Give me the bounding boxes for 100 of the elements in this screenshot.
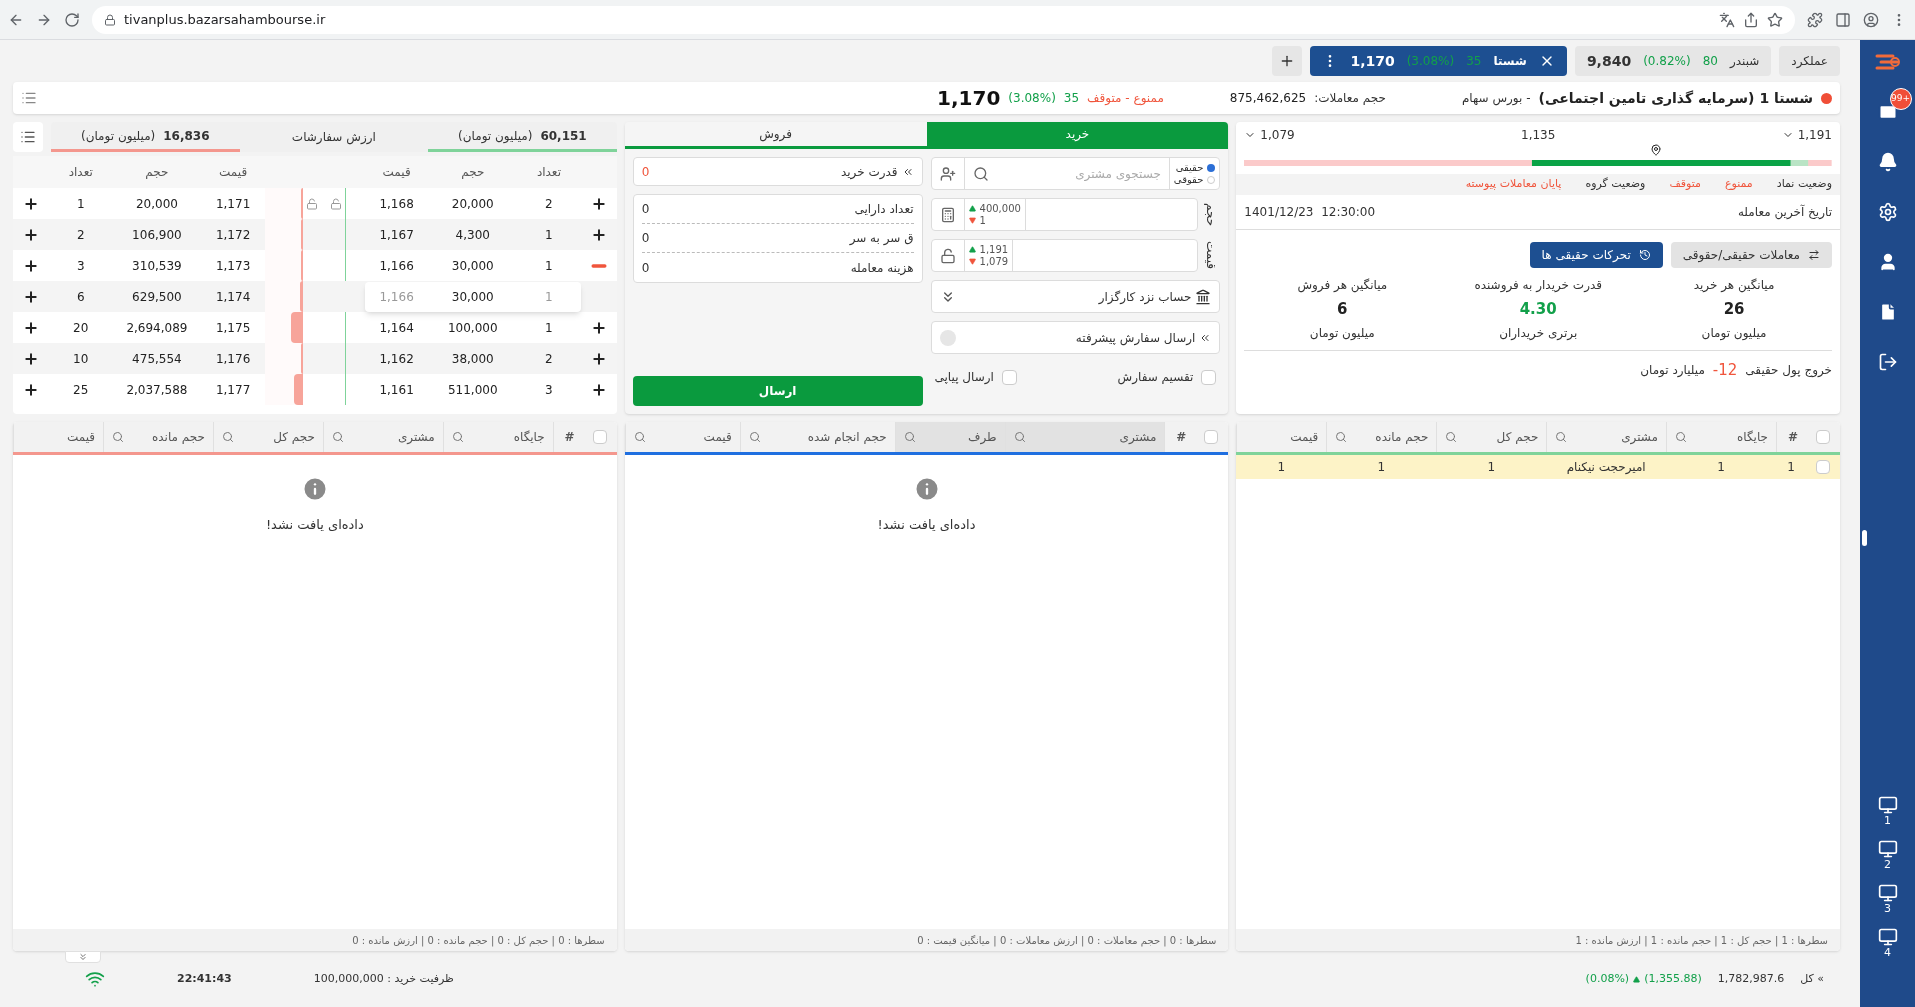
sell-count: 25 (72, 381, 90, 399)
column-header: قیمت (381, 164, 412, 181)
status-text: پایان معاملات پیوسته (1465, 176, 1562, 192)
calculator-icon[interactable] (939, 206, 956, 223)
submit-button[interactable]: ارسال (632, 376, 923, 406)
volume-value: 875,462,625 (1229, 90, 1307, 107)
buy-volume: 38,000 (450, 350, 495, 368)
add-order-icon[interactable] (23, 319, 39, 336)
symbol-title: شستا 1 (سرمایه گذاری تامین اجتماعی) (1538, 88, 1813, 109)
notifications-icon[interactable] (1877, 152, 1898, 172)
stat-label: قدرت خریدار به فروشنده (1474, 276, 1602, 294)
search-icon[interactable] (1335, 431, 1348, 443)
unlock-icon[interactable] (939, 247, 956, 264)
sell-count: 10 (72, 350, 90, 368)
monitor-icon (1877, 927, 1898, 947)
search-icon[interactable] (222, 431, 234, 443)
add-order-icon[interactable] (590, 350, 607, 367)
profile-icon[interactable] (1863, 11, 1879, 28)
customer-search-box[interactable]: حقیقی حقوقی جستجوی مشتری (930, 157, 1221, 190)
buying-power-label: قدرت خرید (840, 163, 898, 181)
add-order-icon[interactable] (23, 257, 39, 274)
add-order-icon[interactable] (23, 350, 39, 367)
add-order-icon[interactable] (23, 195, 39, 212)
list-icon[interactable] (21, 90, 37, 106)
column-header: حجم (144, 164, 170, 181)
select-all-checkbox[interactable] (592, 430, 607, 444)
buy-count: 2 (544, 350, 554, 368)
performance-tab[interactable]: عملکرد (1779, 46, 1840, 76)
unit-text: (میلیون تومان) (458, 127, 533, 145)
workspace-button[interactable]: 3 (1877, 883, 1898, 915)
unlock-icon (305, 197, 318, 210)
market-text: - بورس سهام (1461, 90, 1531, 107)
extensions-icon[interactable] (1807, 11, 1823, 28)
column-header[interactable]: طرف (894, 422, 1005, 452)
buy-count: 1 (544, 319, 554, 337)
add-order-icon[interactable] (23, 226, 39, 243)
settings-icon[interactable] (1877, 202, 1898, 222)
logout-icon[interactable] (1877, 352, 1898, 372)
select-all-checkbox[interactable] (1204, 430, 1219, 444)
translate-icon[interactable] (1719, 11, 1735, 28)
option-checkbox[interactable] (1001, 369, 1017, 385)
share-icon[interactable] (1743, 11, 1759, 28)
buy-price: 1,166 (378, 257, 415, 275)
customer-type-radio[interactable]: حقیقی (1173, 161, 1216, 174)
toggle-knob-icon (939, 329, 956, 346)
search-icon[interactable] (972, 165, 989, 182)
account-select[interactable]: حساب نزد کارگزار (930, 280, 1221, 313)
add-order-icon[interactable] (23, 381, 39, 398)
reload-icon[interactable] (64, 11, 80, 28)
table-cell-text: 1 (1716, 459, 1726, 476)
add-order-icon[interactable] (23, 288, 39, 305)
search-icon[interactable] (1445, 431, 1458, 443)
real-moves-button[interactable]: تحرکات حقیقی ها (1529, 241, 1663, 268)
add-order-icon[interactable] (590, 195, 607, 212)
search-icon[interactable] (1675, 431, 1687, 443)
option-checkbox[interactable] (1201, 369, 1217, 385)
order-side-tab[interactable]: خرید (926, 122, 1229, 146)
add-tab-button[interactable] (1272, 46, 1303, 76)
price-text: 1,170 (1350, 51, 1395, 71)
search-icon[interactable] (1555, 431, 1568, 443)
add-order-icon[interactable] (590, 226, 607, 243)
unlock-icon (329, 197, 342, 210)
search-icon[interactable] (748, 431, 761, 443)
search-icon[interactable] (332, 431, 344, 443)
side-panel-icon[interactable] (1835, 11, 1851, 28)
workspace-button[interactable]: 2 (1877, 839, 1898, 871)
collapse-handle[interactable] (65, 951, 101, 963)
sell-value: 16,836 (163, 127, 210, 145)
search-icon[interactable] (633, 431, 646, 443)
address-bar[interactable]: tivanplus.bazarsahambourse.ir (92, 5, 1795, 34)
customer-search-field[interactable]: جستجوی مشتری (996, 158, 1169, 189)
search-icon[interactable] (903, 431, 916, 443)
customer-type-radio[interactable]: حقوقی (1173, 173, 1216, 186)
symbol-name: شستا (1493, 53, 1527, 70)
volume-field[interactable]: 400,000 1 (930, 198, 1199, 231)
trades-button[interactable]: معاملات حقیقی/حقوقی (1670, 241, 1832, 268)
add-order-icon[interactable] (590, 319, 607, 336)
workspace-button[interactable]: 4 (1877, 927, 1898, 959)
add-user-icon[interactable] (939, 165, 956, 182)
price-field[interactable]: 1,191 1,079 (930, 239, 1199, 272)
workspace-button[interactable]: 1 (1877, 795, 1898, 827)
search-icon[interactable] (112, 431, 124, 443)
price-text: 1,170 (937, 85, 1001, 112)
bookmark-icon[interactable] (1767, 11, 1783, 28)
add-order-icon[interactable] (590, 381, 607, 398)
list-button[interactable] (13, 122, 43, 152)
monitor-icon (1877, 795, 1898, 815)
search-icon[interactable] (451, 431, 464, 443)
price-label: قیمت (1203, 241, 1220, 270)
row-checkbox[interactable] (1816, 460, 1830, 474)
index-label: » کل (1800, 970, 1824, 987)
sell-price: 1,173 (214, 257, 252, 275)
search-icon[interactable] (1013, 431, 1026, 443)
buy-count: 2 (544, 195, 554, 213)
drag-handle[interactable] (1862, 530, 1867, 546)
select-all-checkbox[interactable] (1816, 430, 1830, 444)
order-side-tab[interactable]: فروش (624, 122, 927, 146)
advanced-order-toggle[interactable]: ارسال سفارش پیشرفته (930, 321, 1221, 354)
column-header[interactable]: مشتری (1004, 422, 1165, 452)
swap-icon (1808, 248, 1820, 261)
